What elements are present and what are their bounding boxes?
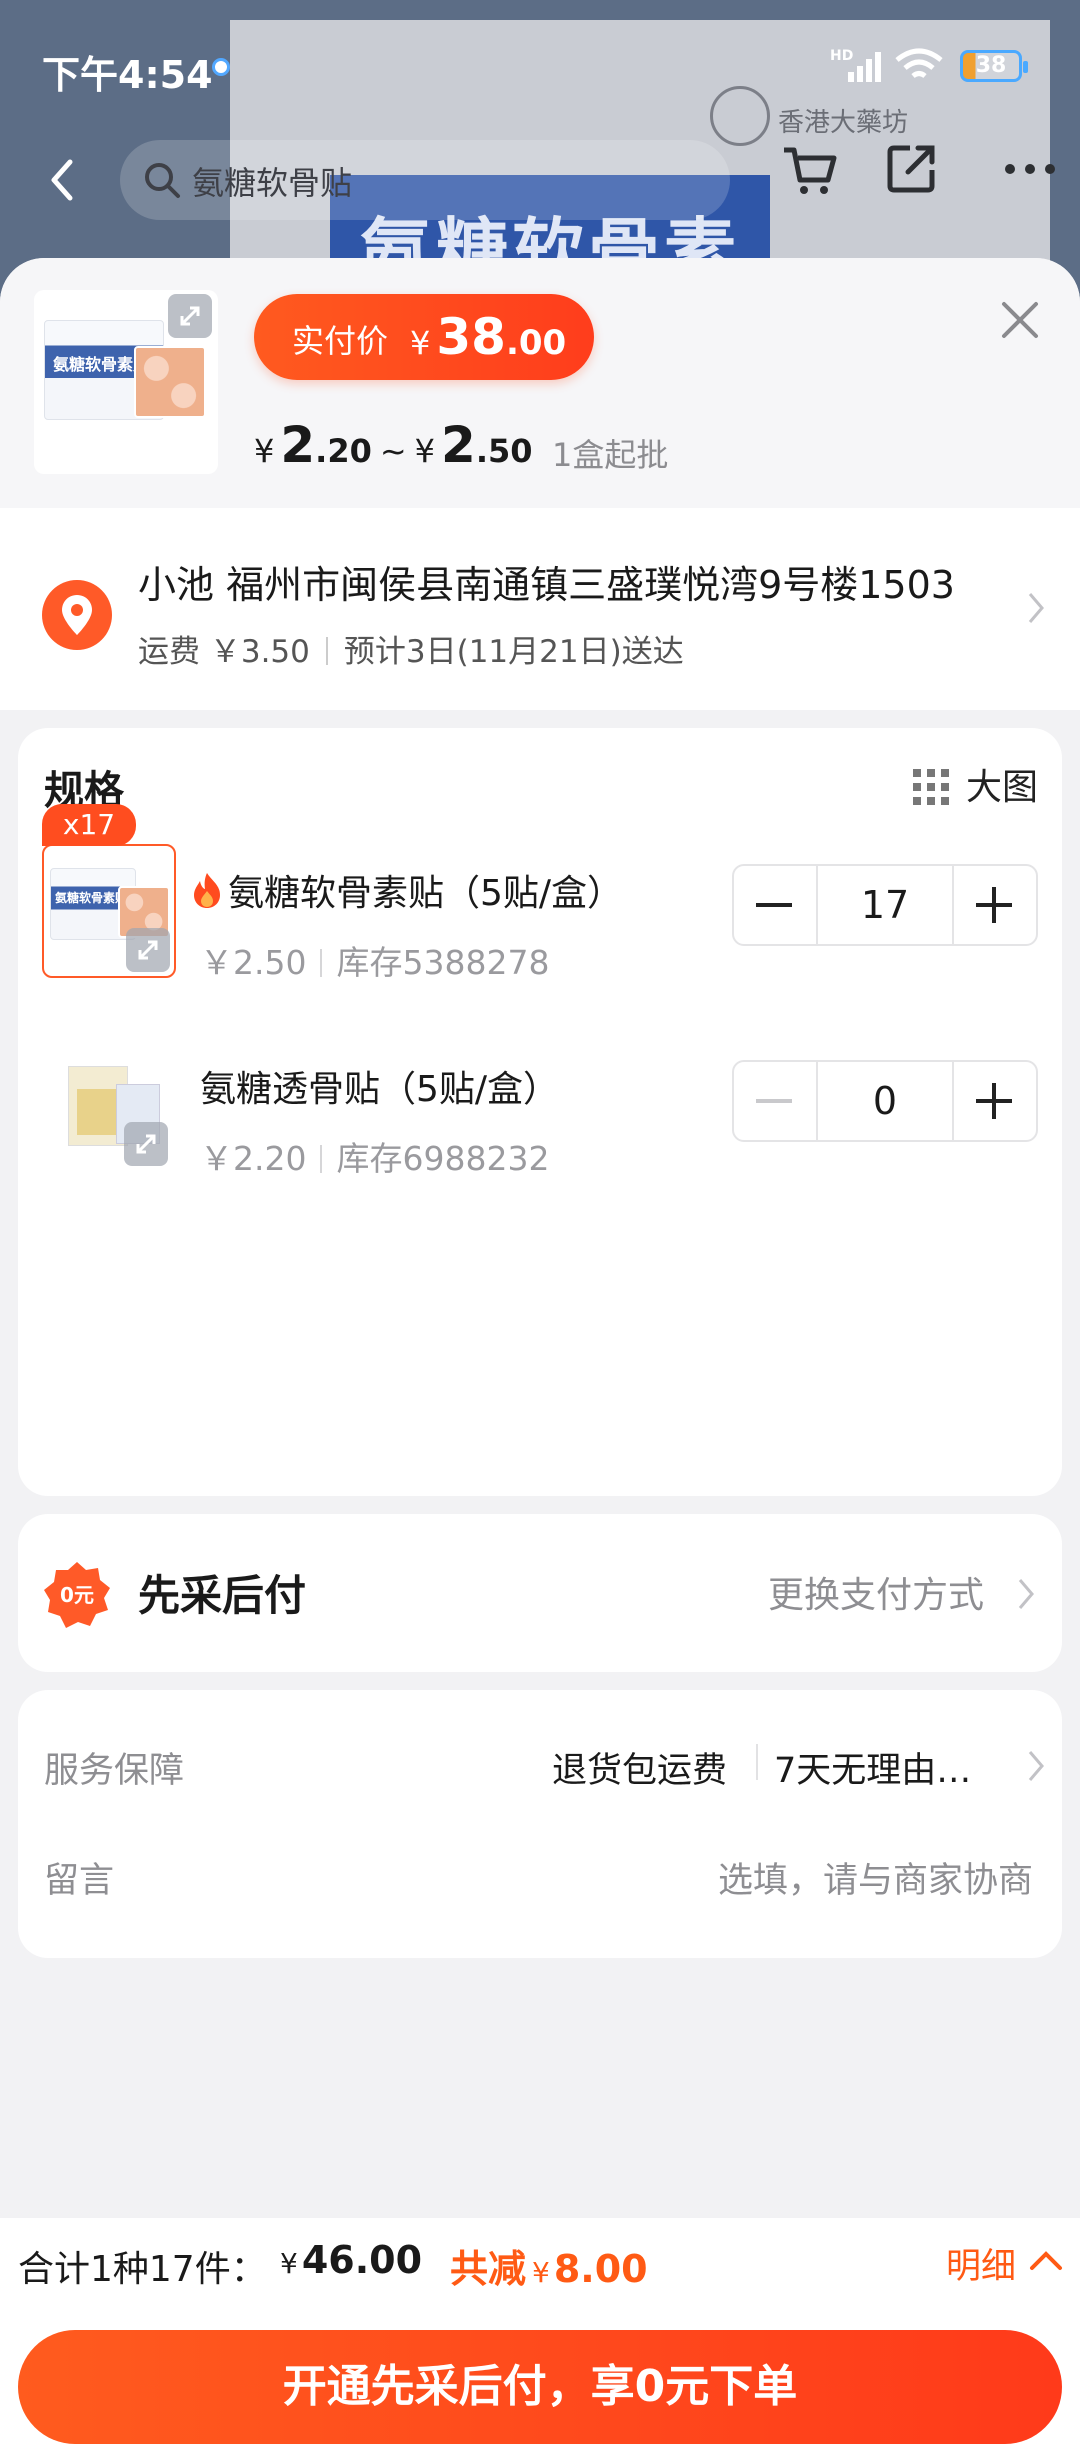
search-text: 氨糖软骨贴 — [192, 164, 353, 202]
quantity-value[interactable]: 0 — [816, 1062, 954, 1140]
chevron-up-icon[interactable] — [1028, 2246, 1064, 2274]
sku-stock: 库存6988232 — [336, 1139, 550, 1178]
sku-row[interactable]: 氨糖软骨素贴 x17 氨糖软骨素贴（5贴/盒） ￥2.50 库存5388278 1… — [18, 804, 1062, 1004]
price-integer: 38 — [436, 308, 506, 366]
discount-label: 共减 — [450, 2247, 527, 2291]
decrease-button[interactable] — [734, 866, 816, 944]
quantity-value[interactable]: 17 — [816, 866, 954, 944]
range-high-integer: 2 — [441, 416, 476, 474]
price-decimal: .00 — [505, 323, 567, 363]
nav-bar: 氨糖软骨贴 — [0, 130, 1080, 240]
search-icon — [145, 163, 180, 198]
shipping-fee: 运费 ￥3.50 — [138, 634, 310, 670]
checkout-bar: 合计1种17件： ¥46.00 共减 ¥8.00 明细 开通先采后付，享0元下单 — [0, 2218, 1080, 2460]
more-icon[interactable] — [1000, 154, 1060, 184]
submit-order-button[interactable]: 开通先采后付，享0元下单 — [18, 2330, 1062, 2444]
back-icon[interactable] — [42, 150, 82, 210]
discount-value: 8.00 — [553, 2247, 648, 2291]
quantity-stepper: 17 — [732, 864, 1038, 946]
sku-price: ￥2.20 — [200, 1139, 307, 1178]
change-payment-link[interactable]: 更换支付方式 — [768, 1566, 984, 1618]
address-row[interactable]: 小池 福州市闽侯县南通镇三盛璞悦湾9号楼1503 运费 ￥3.50 预计3日(11… — [0, 508, 1080, 710]
grid-icon[interactable] — [912, 768, 952, 808]
increase-button[interactable] — [954, 866, 1036, 944]
sku-name: 氨糖透骨贴（5贴/盒） — [200, 1069, 560, 1110]
search-bar[interactable]: 氨糖软骨贴 — [120, 140, 730, 220]
increase-button[interactable] — [954, 1062, 1036, 1140]
payment-title: 先采后付 — [138, 1571, 307, 1620]
total-value: 46.00 — [301, 2238, 423, 2282]
sheet-header: 氨糖软骨素贴 实付价 ¥38.00 ¥2.20 ~ ¥2.50 1盒起批 — [0, 258, 1080, 508]
sku-row[interactable]: 氨糖透骨贴（5贴/盒） ￥2.20 库存6988232 0 — [18, 1040, 1062, 1200]
total-label: 合计1种17件： — [18, 2249, 267, 2290]
range-currency: ¥ — [254, 432, 275, 470]
message-input[interactable]: 选填，请与商家协商 — [718, 1852, 1033, 1903]
actual-price: ¥38.00 — [410, 308, 566, 366]
shipping-info: 运费 ￥3.50 预计3日(11月21日)送达 — [138, 626, 684, 671]
service-card: 服务保障 退货包运费 7天无理由… 留言 选填，请与商家协商 — [18, 1690, 1062, 1958]
service-free-return[interactable]: 退货包运费 — [552, 1742, 727, 1793]
range-low-decimal: .20 — [315, 432, 372, 470]
sku-name-text: 氨糖软骨素贴（5贴/盒） — [228, 873, 624, 914]
expand-icon[interactable] — [126, 928, 170, 972]
actual-price-label: 实付价 — [292, 322, 389, 360]
sku-price: ￥2.50 — [200, 943, 307, 982]
chevron-right-icon — [1028, 593, 1044, 623]
range-tilde: ~ — [379, 432, 407, 470]
quantity-stepper: 0 — [732, 1060, 1038, 1142]
discount-amount: 共减 ¥8.00 — [450, 2238, 648, 2293]
sku-meta: ￥2.20 库存6988232 — [200, 1132, 549, 1180]
chevron-right-icon — [1018, 1579, 1034, 1609]
price-currency: ¥ — [410, 324, 431, 362]
product-box-text: 氨糖软骨素贴 — [55, 891, 128, 905]
min-order: 1盒起批 — [552, 436, 669, 474]
close-icon[interactable] — [998, 298, 1042, 342]
signal-icon — [848, 52, 884, 82]
service-label: 服务保障 — [44, 1751, 185, 1791]
sku-thumbnail[interactable] — [42, 1040, 176, 1174]
share-icon[interactable] — [884, 140, 940, 196]
decrease-button[interactable] — [734, 1062, 816, 1140]
service-no-reason-return[interactable]: 7天无理由… — [774, 1742, 971, 1793]
sku-thumbnail[interactable]: 氨糖软骨素贴 — [42, 844, 176, 978]
address-text: 小池 福州市闽侯县南通镇三盛璞悦湾9号楼1503 — [138, 563, 955, 607]
status-bar: 下午4:54 HD 38 — [0, 0, 1080, 130]
price-range: ¥2.20 ~ ¥2.50 — [254, 416, 533, 474]
sku-stock: 库存5388278 — [336, 943, 550, 982]
hot-flame-icon — [194, 873, 220, 908]
delivery-eta: 预计3日(11月21日)送达 — [343, 634, 684, 670]
divider — [756, 1744, 758, 1780]
battery-icon: 38 — [960, 50, 1028, 82]
range-currency: ¥ — [414, 432, 436, 470]
chevron-right-icon — [1028, 1751, 1044, 1781]
notification-icon — [212, 58, 230, 76]
range-low-integer: 2 — [280, 416, 316, 474]
expand-icon[interactable] — [168, 294, 212, 338]
sku-name: 氨糖软骨素贴（5贴/盒） — [190, 864, 623, 916]
box-label — [77, 1089, 121, 1135]
product-thumbnail[interactable]: 氨糖软骨素贴 — [34, 290, 218, 474]
pay-icon-text: 0元 — [60, 1583, 94, 1607]
discount-currency: ¥ — [532, 2256, 550, 2289]
sku-meta: ￥2.50 库存5388278 — [200, 936, 549, 984]
status-time: 下午4:54 — [42, 53, 213, 97]
sku-selection-sheet: 氨糖软骨素贴 实付价 ¥38.00 ¥2.20 ~ ¥2.50 1盒起批 小池 福州… — [0, 258, 1080, 2460]
message-label: 留言 — [44, 1861, 115, 1901]
actual-price-pill: 实付价 ¥38.00 — [254, 294, 594, 380]
location-pin-icon — [42, 580, 112, 650]
price-detail-link[interactable]: 明细 — [946, 2238, 1016, 2289]
patch-image — [134, 346, 206, 418]
buy-now-pay-later-icon: 0元 — [44, 1562, 110, 1628]
total-amount: ¥46.00 — [280, 2238, 422, 2282]
payment-method-card[interactable]: 0元 先采后付 更换支付方式 — [18, 1514, 1062, 1672]
expand-icon[interactable] — [124, 1122, 168, 1166]
total-currency: ¥ — [280, 2247, 298, 2280]
range-high-decimal: .50 — [475, 432, 533, 470]
spec-card: 规格 大图 氨糖软骨素贴 x17 氨糖软骨素贴（5贴/盒） ￥2.50 库存53… — [18, 728, 1062, 1496]
cart-icon[interactable] — [780, 140, 840, 200]
wifi-icon — [895, 48, 943, 79]
selected-qty-badge: x17 — [42, 804, 136, 846]
big-view-toggle[interactable]: 大图 — [966, 758, 1038, 810]
